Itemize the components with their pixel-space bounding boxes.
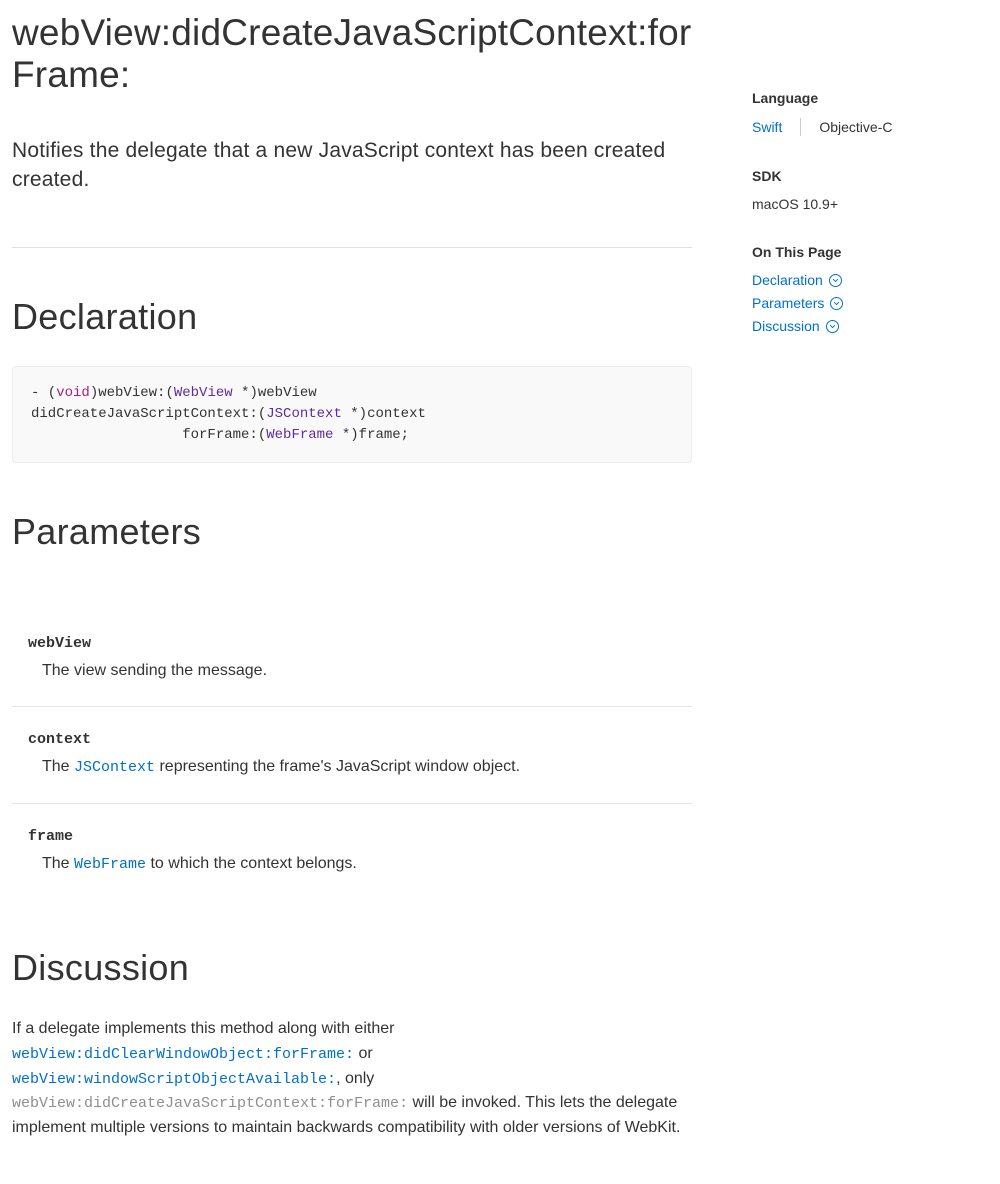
webframe-link[interactable]: WebFrame — [74, 856, 146, 873]
param-name: context — [28, 731, 692, 748]
otp-list: Declaration Parameters Discussion — [752, 272, 988, 334]
parameters-list: webView The view sending the message. co… — [12, 581, 692, 899]
otp-declaration-link[interactable]: Declaration — [752, 272, 842, 288]
discussion-heading: Discussion — [12, 947, 692, 989]
param-item: context The JSContext representing the f… — [12, 707, 692, 803]
param-desc: The view sending the message. — [28, 660, 692, 682]
otp-label: On This Page — [752, 244, 988, 260]
param-desc: The WebFrame to which the context belong… — [28, 853, 692, 875]
chevron-down-icon — [826, 320, 839, 333]
param-desc: The JSContext representing the frame's J… — [28, 756, 692, 778]
sdk-label: SDK — [752, 168, 988, 184]
declaration-code: - (void)webView:(WebView *)webView didCr… — [12, 366, 692, 463]
type-webview: WebView — [174, 385, 233, 401]
type-webframe: WebFrame — [266, 427, 333, 443]
main-content: webView:didCreateJavaScriptContext:forFr… — [12, 12, 692, 1141]
didclearwindow-link[interactable]: webView:didClearWindowObject:forFrame: — [12, 1046, 354, 1063]
language-label: Language — [752, 90, 988, 106]
declaration-heading: Declaration — [12, 296, 692, 338]
sidebar: Language Swift Objective-C SDK macOS 10.… — [692, 12, 988, 1141]
param-name: webView — [28, 635, 692, 652]
jscontext-link[interactable]: JSContext — [74, 759, 155, 776]
otp-parameters-link[interactable]: Parameters — [752, 295, 843, 311]
page-title: webView:didCreateJavaScriptContext:forFr… — [12, 12, 692, 96]
grey-code-inline: webView:didCreateJavaScriptContext:forFr… — [12, 1095, 408, 1112]
sdk-value: macOS 10.9+ — [752, 196, 988, 212]
keyword-void: void — [56, 385, 90, 401]
swift-tab[interactable]: Swift — [752, 119, 800, 135]
windowscriptavail-link[interactable]: webView:windowScriptObjectAvailable: — [12, 1071, 336, 1088]
chevron-down-icon — [829, 274, 842, 287]
param-item: webView The view sending the message. — [12, 611, 692, 707]
language-toggle: Swift Objective-C — [752, 118, 988, 136]
param-item: frame The WebFrame to which the context … — [12, 804, 692, 899]
parameters-heading: Parameters — [12, 511, 692, 553]
chevron-down-icon — [830, 297, 843, 310]
otp-discussion-link[interactable]: Discussion — [752, 318, 839, 334]
discussion-body: If a delegate implements this method alo… — [12, 1017, 692, 1141]
summary-text: Notifies the delegate that a new JavaScr… — [12, 136, 692, 248]
objc-tab[interactable]: Objective-C — [801, 119, 892, 135]
type-jscontext: JSContext — [266, 406, 342, 422]
param-name: frame — [28, 828, 692, 845]
